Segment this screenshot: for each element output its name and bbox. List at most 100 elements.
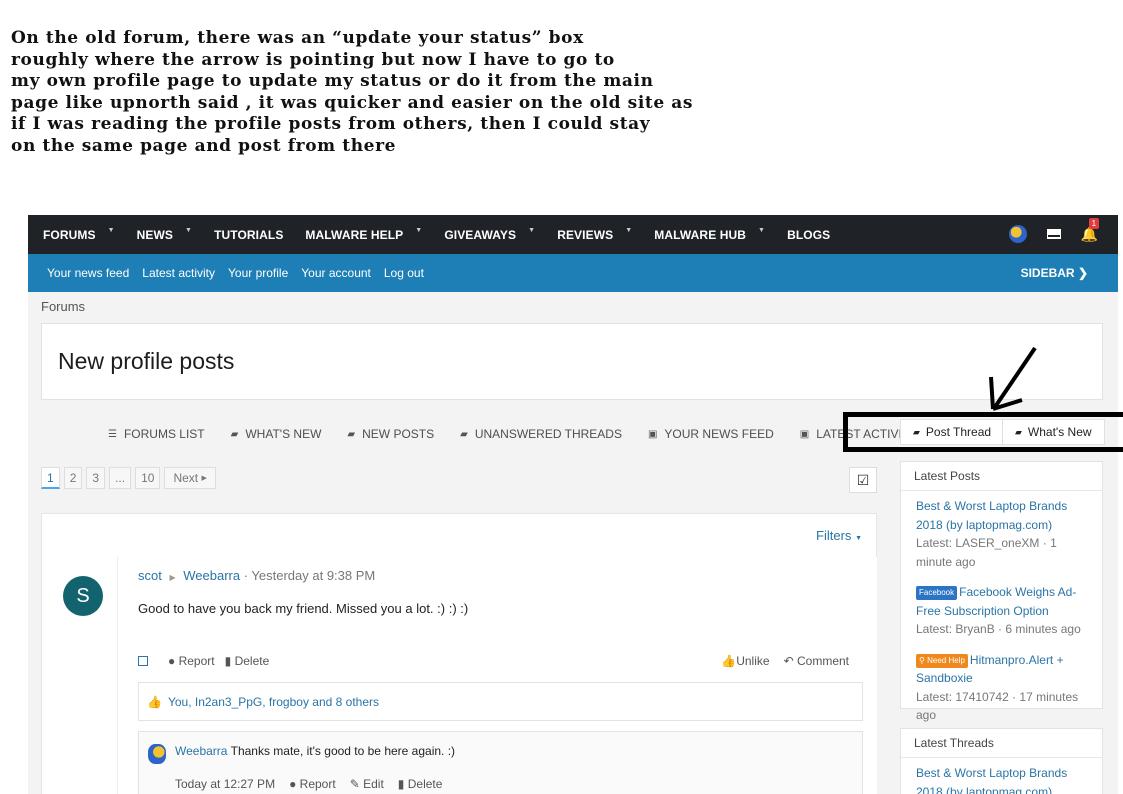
post-meta: scot ▶ Weebarra · Yesterday at 9:38 PM xyxy=(138,568,375,583)
list-item: Best & Worst Laptop Brands 2018 (by lapt… xyxy=(901,758,1102,794)
page-2[interactable]: 2 xyxy=(63,467,83,489)
sidebar-toggle[interactable]: SIDEBAR ❯ xyxy=(1021,266,1088,280)
pagination: 1 2 3 ... 10 Next ▶ xyxy=(41,467,216,489)
caret-down-icon[interactable]: ▼ xyxy=(415,227,422,234)
tab-bar: ☰ FORUMS LIST ▰ WHAT'S NEW ▰ NEW POSTS ▰ UNA… xyxy=(108,427,917,441)
annotation-caption: On the old forum, there was an “update y… xyxy=(11,28,694,156)
chevron-right-icon: ▶ xyxy=(201,475,207,482)
user-avatar-icon[interactable] xyxy=(1008,225,1027,243)
widget-title: Latest Posts xyxy=(901,462,1102,491)
reply-icon: ↶ xyxy=(783,654,794,668)
alert-icon: ● xyxy=(168,654,176,668)
page-10[interactable]: 10 xyxy=(135,467,161,489)
subnav-latest-activity[interactable]: Latest activity xyxy=(142,266,215,280)
comment-meta: Today at 12:27 PM ● Report ✎ Edit ▮ Dele… xyxy=(175,777,442,791)
post-recipient-link[interactable]: Weebarra xyxy=(183,568,240,583)
post-body: Good to have you back my friend. Missed … xyxy=(138,601,469,616)
nav-forums[interactable]: FORUMS ▼ xyxy=(43,227,115,242)
caret-down-icon[interactable]: ▼ xyxy=(108,227,115,234)
tab-unanswered-threads[interactable]: ▰ UNANSWERED THREADS xyxy=(460,427,622,441)
page-ellipsis[interactable]: ... xyxy=(109,467,132,489)
avatar[interactable]: S xyxy=(63,576,103,616)
caret-down-icon[interactable]: ▼ xyxy=(758,227,765,234)
subnav-news-feed[interactable]: Your news feed xyxy=(47,266,129,280)
nav-blogs[interactable]: BLOGS xyxy=(787,228,830,242)
thread-link[interactable]: Best & Worst Laptop Brands 2018 (by lapt… xyxy=(916,764,1087,794)
page-1[interactable]: 1 xyxy=(41,467,60,489)
caret-down-icon[interactable]: ▼ xyxy=(185,227,192,234)
thread-meta: Latest: LASER_oneXM · 1 minute ago xyxy=(916,536,1057,569)
comment-author-link[interactable]: Weebarra xyxy=(175,744,227,758)
select-checkbox[interactable] xyxy=(138,656,148,666)
prefix-badge[interactable]: ⚲ Need Help xyxy=(916,653,968,668)
flag-icon: ▰ xyxy=(230,428,239,440)
nav-news[interactable]: NEWS ▼ xyxy=(137,227,192,242)
nav-malware-hub[interactable]: MALWARE HUB ▼ xyxy=(654,227,765,242)
prefix-badge[interactable]: Facebook xyxy=(916,586,958,600)
thread-meta: Latest: 17410742 · 17 minutes ago xyxy=(916,689,1079,723)
post-time[interactable]: · Yesterday at 9:38 PM xyxy=(244,568,376,583)
tab-your-news-feed[interactable]: ▣ YOUR NEWS FEED xyxy=(648,427,774,441)
top-navigation: FORUMS ▼ NEWS ▼ TUTORIALS MALWARE HELP ▼ GI… xyxy=(28,215,1118,254)
tab-whats-new[interactable]: ▰ WHAT'S NEW xyxy=(231,427,322,441)
nav-giveaways[interactable]: GIVEAWAYS ▼ xyxy=(444,227,535,242)
subnav-your-account[interactable]: Your account xyxy=(301,266,371,280)
breadcrumb[interactable]: Forums xyxy=(41,299,85,314)
caret-down-icon: ▼ xyxy=(855,535,862,542)
comment-item: Weebarra Thanks mate, it's good to be he… xyxy=(138,731,863,794)
profile-posts-panel: Filters ▼ S scot ▶ Weebarra · Yesterday … xyxy=(41,513,877,794)
select-checkbox-button[interactable]: ☑ xyxy=(849,467,877,493)
trash-icon: ▮ xyxy=(224,654,232,668)
latest-posts-widget: Latest Posts Best & Worst Laptop Brands … xyxy=(900,461,1103,722)
report-link[interactable]: ● Report xyxy=(168,654,215,668)
subnav-log-out[interactable]: Log out xyxy=(384,266,424,280)
next-page-button[interactable]: Next ▶ xyxy=(164,467,216,489)
likes-list-link[interactable]: You, In2an3_PpG, frogboy and 8 others xyxy=(168,695,379,709)
comment-icon: ▰ xyxy=(347,428,356,440)
pencil-icon: ✎ xyxy=(349,777,360,791)
list-item: Best & Worst Laptop Brands 2018 (by lapt… xyxy=(901,491,1102,577)
delete-link[interactable]: ▮ Delete xyxy=(225,654,270,668)
page-title: New profile posts xyxy=(58,348,235,374)
bell-icon[interactable]: 🔔 1 xyxy=(1081,217,1100,243)
report-link[interactable]: ● Report xyxy=(289,777,336,791)
post-author-link[interactable]: scot xyxy=(138,568,162,583)
list-icon: ☰ xyxy=(108,428,117,440)
delete-link[interactable]: ▮ Delete xyxy=(398,777,443,791)
unlike-button[interactable]: 👍Unlike xyxy=(721,654,769,668)
comment-time[interactable]: Today at 12:27 PM xyxy=(175,777,275,791)
nav-malware-help[interactable]: MALWARE HELP ▼ xyxy=(305,227,422,242)
sub-navigation: Your news feed Latest activity Your prof… xyxy=(28,254,1118,292)
tab-forums-list[interactable]: ☰ FORUMS LIST xyxy=(108,427,205,441)
thread-link[interactable]: Facebook Facebook Weighs Ad-Free Subscrip… xyxy=(916,583,1087,620)
subnav-your-profile[interactable]: Your profile xyxy=(228,266,288,280)
annotation-arrow-icon xyxy=(989,346,1037,411)
comment-button[interactable]: ↶ Comment xyxy=(784,654,849,668)
edit-link[interactable]: ✎ Edit xyxy=(350,777,384,791)
comment-icon: ▰ xyxy=(460,428,468,440)
nav-reviews[interactable]: REVIEWS ▼ xyxy=(557,227,632,242)
thread-link[interactable]: Best & Worst Laptop Brands 2018 (by lapt… xyxy=(916,497,1087,534)
forum-screenshot: FORUMS ▼ NEWS ▼ TUTORIALS MALWARE HELP ▼ GI… xyxy=(28,215,1118,794)
tab-new-posts[interactable]: ▰ NEW POSTS xyxy=(347,427,434,441)
clipboard-icon: ▣ xyxy=(799,428,810,440)
post-actions: ● Report ▮ Delete xyxy=(138,654,269,668)
arrow-right-icon: ▶ xyxy=(169,573,176,582)
nav-tutorials[interactable]: TUTORIALS xyxy=(214,228,283,242)
mail-icon[interactable] xyxy=(1046,229,1061,239)
caret-down-icon[interactable]: ▼ xyxy=(625,227,632,234)
list-item: Facebook Facebook Weighs Ad-Free Subscrip… xyxy=(901,577,1102,645)
avatar[interactable] xyxy=(148,744,166,764)
chevron-right-icon: ❯ xyxy=(1077,266,1088,280)
post-actions-right: 👍Unlike ↶ Comment xyxy=(721,654,849,668)
notification-badge: 1 xyxy=(1088,217,1100,229)
thumbs-up-icon: 👍 xyxy=(721,654,737,668)
thread-meta: Latest: BryanB · 6 minutes ago xyxy=(916,622,1081,636)
thread-link[interactable]: ⚲ Need Help Hitmanpro.Alert + Sandboxie xyxy=(916,651,1087,688)
widget-title: Latest Threads xyxy=(901,729,1102,758)
page-3[interactable]: 3 xyxy=(86,467,106,489)
caret-down-icon[interactable]: ▼ xyxy=(528,227,535,234)
highlight-box xyxy=(843,412,1123,452)
title-box: New profile posts xyxy=(41,323,1103,400)
filters-dropdown[interactable]: Filters ▼ xyxy=(816,528,862,543)
